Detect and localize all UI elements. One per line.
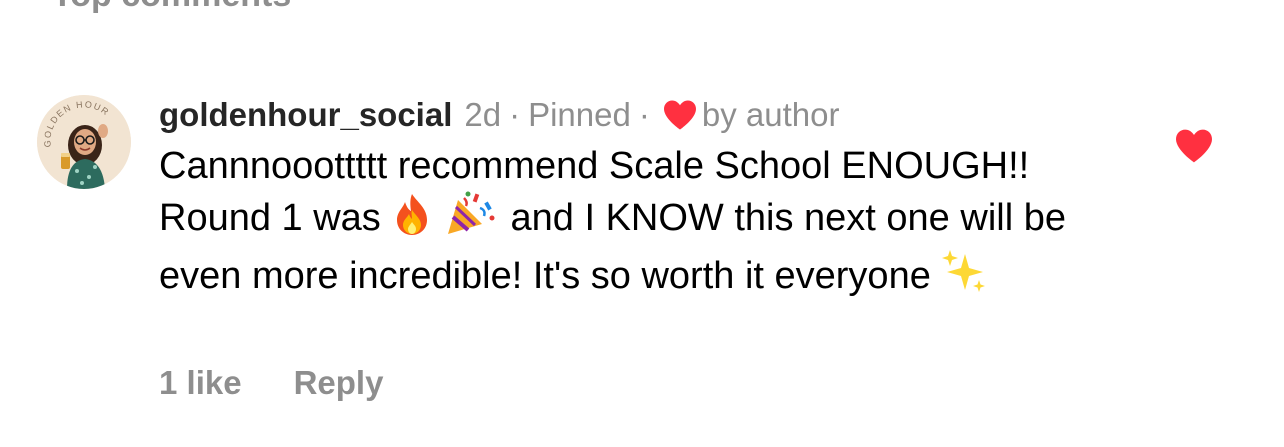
heart-icon	[662, 99, 698, 131]
meta-separator: ·	[638, 96, 650, 133]
party-popper-emoji-icon	[444, 190, 500, 248]
comment-page: Top comments GOLDEN HOUR	[0, 0, 1284, 447]
comment-timestamp: 2d	[464, 96, 502, 133]
comment-meta: goldenhour_social 2d · Pinned · by autho…	[159, 92, 1119, 138]
likes-count-link[interactable]: 1 like	[159, 364, 242, 402]
pinned-label: Pinned	[528, 96, 631, 133]
comment-text: Cannnooottttt recommend Scale School ENO…	[159, 142, 1099, 306]
comment-username[interactable]: goldenhour_social	[159, 96, 452, 134]
reply-button[interactable]: Reply	[294, 364, 384, 402]
fire-emoji-icon	[391, 192, 433, 248]
meta-separator: ·	[509, 96, 521, 133]
heart-icon	[1176, 129, 1212, 163]
avatar-image: GOLDEN HOUR	[37, 95, 131, 189]
sparkles-emoji-icon	[941, 248, 987, 306]
like-heart-button[interactable]	[1174, 128, 1214, 164]
avatar[interactable]: GOLDEN HOUR	[37, 95, 131, 189]
comment-actions: 1 like Reply	[159, 364, 383, 402]
section-header: Top comments	[52, 0, 291, 15]
liked-by-author-label: by author	[701, 96, 840, 133]
comment-body: goldenhour_social 2d · Pinned · by autho…	[159, 92, 1119, 306]
